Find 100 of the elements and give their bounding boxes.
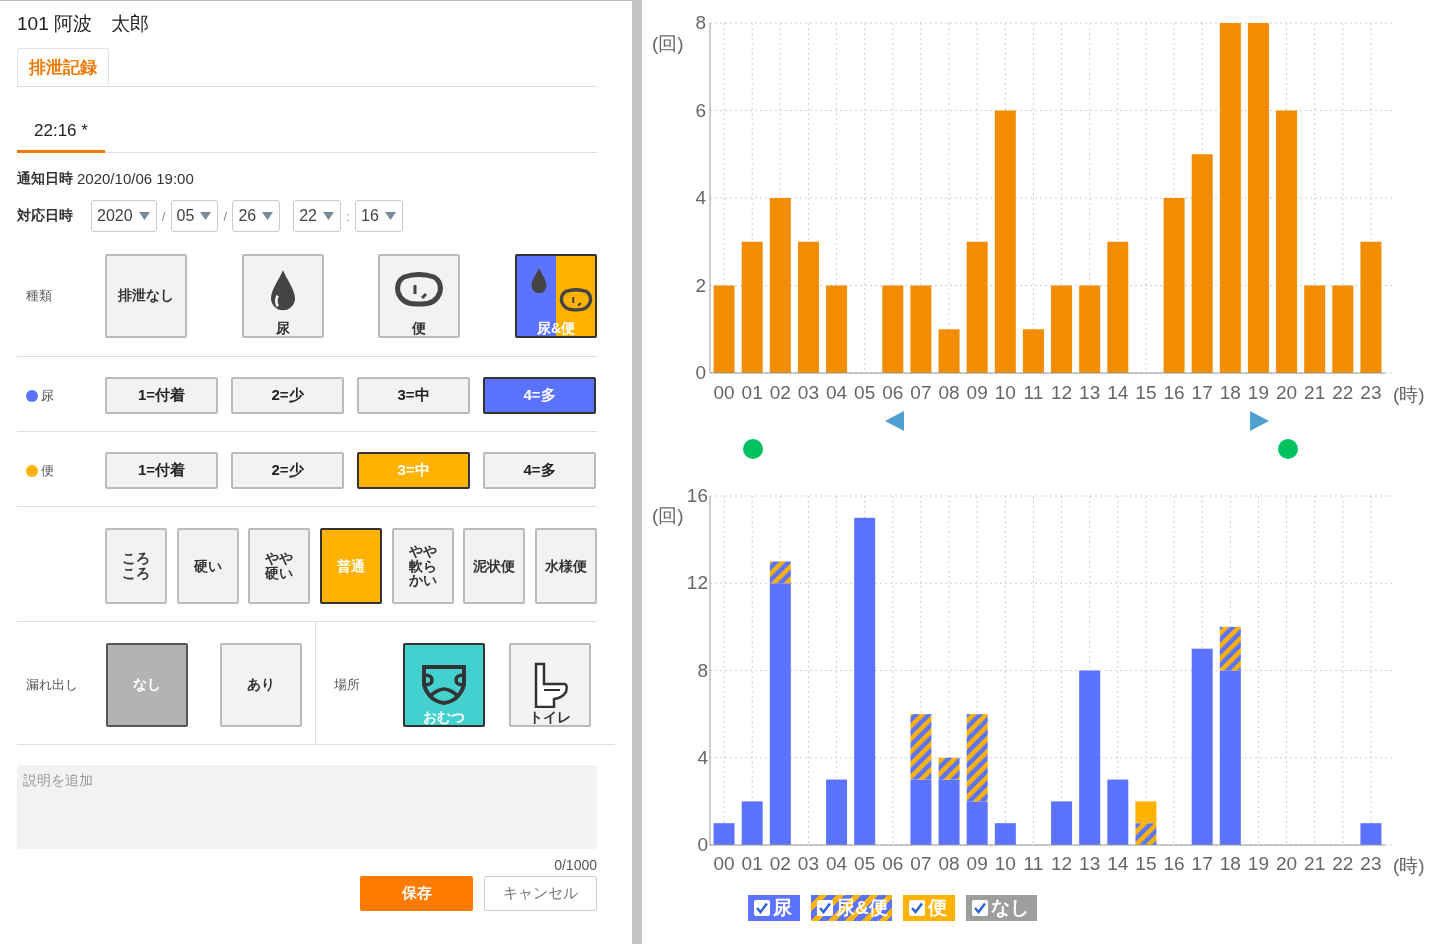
amount-option[interactable]: 3=中 [357,377,470,414]
x-tick-label: 15 [1135,853,1157,874]
x-tick-label: 07 [910,382,932,403]
time-tab[interactable]: 22:16 * [17,113,105,153]
x-tick-label: 18 [1219,853,1241,874]
x-tick-label: 15 [1135,382,1157,403]
previous-arrow-icon[interactable] [885,411,904,431]
x-tick-label: 13 [1079,853,1101,874]
x-tick-label: 16 [1163,853,1185,874]
date-select[interactable]: 22 [293,200,341,232]
amount-option[interactable]: 2=少 [231,452,344,489]
x-tick-label: 16 [1163,382,1185,403]
marker-dot-icon [1278,439,1298,459]
consistency-option[interactable]: 泥状便 [463,528,526,604]
x-tick-label: 14 [1107,382,1129,403]
consistency-option[interactable]: やや軟らかい [391,528,454,604]
x-tick-label: 17 [1191,853,1213,874]
bar [938,329,960,373]
x-tick-label: 02 [769,853,791,874]
y-tick-label: 8 [697,659,708,681]
x-tick-label: 22 [1332,853,1354,874]
x-tick-label: 23 [1360,382,1382,403]
separator: : [345,208,351,224]
separator: / [222,208,229,224]
amount-option[interactable]: 4=多 [483,377,596,414]
legend-toggle[interactable]: 尿 [748,895,800,921]
amount-option[interactable]: 1=付着 [105,452,218,489]
x-tick-label: 04 [826,382,848,403]
x-tick-label: 08 [938,382,960,403]
x-tick-label: 03 [797,853,819,874]
stool-icon [394,272,445,310]
consistency-option[interactable]: ころころ [105,528,167,604]
bar [938,779,960,845]
x-tick-label: 10 [994,853,1016,874]
legend-label: なし [990,896,1029,920]
x-tick-label: 01 [741,853,763,874]
striped-bar [1135,823,1157,845]
striped-bar [769,561,791,584]
x-tick-label: 13 [1079,382,1101,403]
y-axis-unit: (回) [652,505,684,526]
y-tick-label: 0 [697,834,708,855]
x-tick-label: 06 [882,382,904,403]
striped-bar [910,714,932,780]
bar [1022,329,1044,373]
caret-icon [323,212,334,220]
resident-name: 101 阿波 太郎 [17,12,150,36]
cancel-button[interactable]: キャンセル [484,876,597,911]
date-select[interactable]: 16 [355,200,403,232]
y-tick-label: 6 [695,99,706,121]
x-tick-label: 00 [713,382,735,403]
type-option[interactable]: 尿 [241,254,324,338]
x-tick-label: 19 [1247,382,1269,403]
x-tick-label: 21 [1304,382,1326,403]
striped-bar [1219,626,1241,671]
field-label: 通知日時 [17,170,73,188]
amount-option[interactable]: 2=少 [231,377,344,414]
x-tick-label: 20 [1276,382,1298,403]
consistency-option[interactable]: 水様便 [534,528,597,604]
x-tick-label: 20 [1276,853,1298,874]
x-axis-unit: (時) [1393,855,1425,876]
amount-option[interactable]: 1=付着 [105,377,218,414]
bar [713,823,735,845]
x-axis-unit: (時) [1393,384,1425,405]
type-option[interactable]: 排泄なし [105,254,187,338]
row-label: 種類 [26,287,52,305]
date-select[interactable]: 26 [232,200,281,232]
x-tick-label: 04 [826,853,848,874]
bar [1051,801,1073,845]
bar [966,801,988,845]
y-tick-label: 4 [695,187,706,208]
type-option[interactable]: 便 [378,254,461,338]
place-option[interactable]: トイレ [509,643,591,727]
y-tick-label: 2 [695,274,706,296]
legend-label: 便 [927,896,947,920]
x-tick-label: 19 [1247,853,1269,874]
amount-option[interactable]: 4=多 [483,452,596,489]
diaper-icon [419,663,469,707]
date-select[interactable]: 2020 [91,200,157,232]
date-select[interactable]: 05 [170,200,219,232]
consistency-option[interactable]: 硬い [176,528,239,604]
x-tick-label: 00 [713,853,735,874]
description-field[interactable]: 説明を追加 [17,765,597,849]
x-tick-label: 12 [1051,853,1073,874]
bar [826,779,848,845]
field-label: 対応日時 [17,207,73,225]
x-tick-label: 12 [1051,382,1073,403]
x-tick-label: 02 [769,382,791,403]
legend-label: 尿 [773,896,792,920]
char-counter: 0/1000 [554,857,597,873]
x-tick-label: 17 [1191,382,1213,403]
consistency-option[interactable]: やや硬い [248,528,311,604]
next-arrow-icon[interactable] [1250,411,1269,431]
leak-option[interactable]: あり [220,643,302,727]
x-tick-label: 05 [854,853,876,874]
caret-icon [138,212,150,220]
x-tick-label: 01 [741,382,763,403]
y-tick-label: 16 [686,485,708,506]
x-tick-label: 11 [1023,382,1044,403]
y-tick-label: 12 [686,572,708,594]
caret-icon [384,212,396,220]
